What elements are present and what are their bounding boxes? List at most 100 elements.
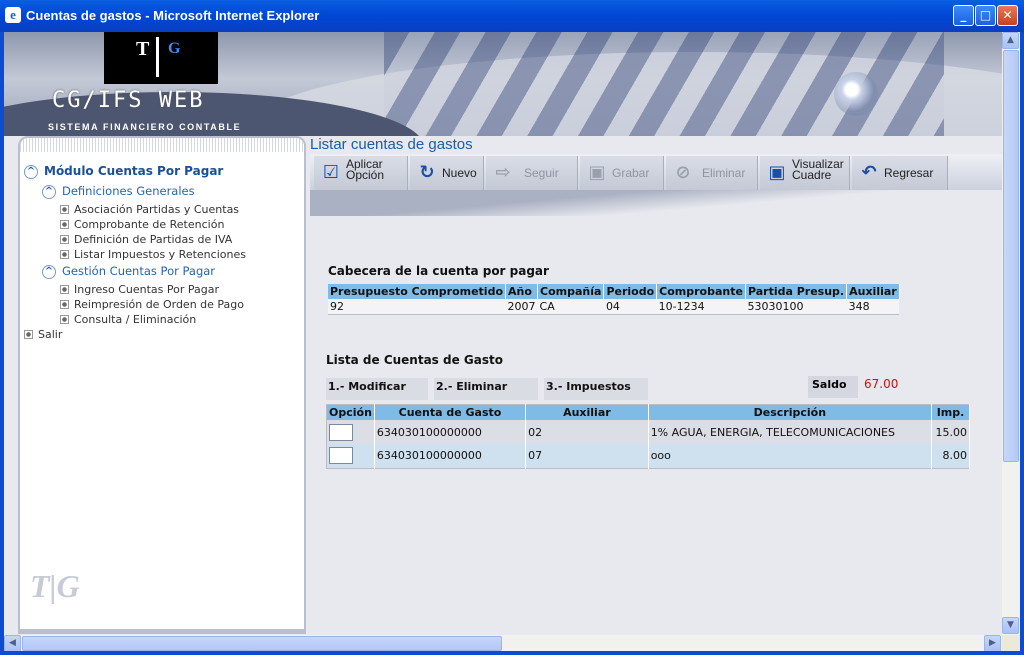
cell-descripcion: ooo (648, 444, 933, 468)
cell-cuenta: 634030100000000 (374, 420, 527, 444)
bullet-icon (60, 250, 69, 259)
cell-imp: 8.00 (931, 444, 970, 468)
scroll-right-icon[interactable]: ▶ (984, 635, 1001, 651)
scroll-up-icon[interactable]: ▲ (1002, 32, 1019, 49)
option-input[interactable] (329, 447, 353, 465)
cell-auxiliar: 348 (846, 299, 900, 315)
brand-subtitle: SISTEMA FINANCIERO CONTABLE (48, 122, 242, 132)
banner-orb-icon (834, 72, 878, 116)
table-row: 634030100000000 02 1% AGUA, ENERGIA, TEL… (326, 420, 970, 444)
sidebar-item-label: Comprobante de Retención (74, 218, 225, 231)
cell-auxiliar: 07 (525, 444, 649, 468)
sidebar-item-label: Consulta / Eliminación (74, 313, 197, 326)
cell-periodo: 04 (603, 299, 657, 315)
page-title: Listar cuentas de gastos (310, 136, 473, 153)
collapse-icon[interactable]: ^ (42, 265, 56, 279)
header-banner: T G CG/IFS WEB SISTEMA FINANCIERO CONTAB… (4, 32, 1002, 136)
table-row: 634030100000000 07 ooo 8.00 (326, 444, 970, 468)
cabecera-heading: Cabecera de la cuenta por pagar (328, 264, 549, 278)
collapse-icon[interactable]: ^ (24, 165, 38, 179)
col-imp: Imp. (931, 404, 970, 420)
eliminar-button[interactable]: ⊘ Eliminar (666, 156, 758, 190)
sidebar-module-label: Módulo Cuentas Por Pagar (44, 164, 224, 178)
sidebar-item-label: Reimpresión de Orden de Pago (74, 298, 244, 311)
scroll-left-icon[interactable]: ◀ (4, 635, 21, 651)
horizontal-scroll-thumb[interactable] (22, 636, 502, 651)
aplicar-opcion-label: Aplicar Opción (346, 158, 385, 182)
bullet-icon (60, 315, 69, 324)
window-title: Cuentas de gastos - Microsoft Internet E… (26, 8, 320, 23)
brand-title: CG/IFS WEB (52, 88, 205, 113)
scrollbar-corner (1002, 635, 1020, 651)
maximize-button[interactable]: □ (975, 5, 996, 26)
back-arrow-icon: ↶ (861, 162, 877, 183)
collapse-icon[interactable]: ^ (42, 185, 56, 199)
toolbar-wave-divider (310, 190, 1002, 216)
cell-presupuesto: 92 (328, 299, 506, 315)
col-anio: Año (505, 284, 539, 299)
sidebar-group-label: Gestión Cuentas Por Pagar (62, 264, 216, 278)
tg-logo: T G (104, 32, 218, 84)
grabar-button[interactable]: ▣ Grabar (580, 156, 664, 190)
eliminar-label: Eliminar (702, 166, 746, 180)
bullet-icon (60, 235, 69, 244)
horizontal-scrollbar[interactable]: ◀ ▶ (4, 635, 1002, 651)
sidebar-watermark-logo: T|G (30, 568, 80, 604)
saldo-value: 67.00 (864, 377, 899, 391)
window-titlebar: e Cuentas de gastos - Microsoft Internet… (0, 0, 1024, 32)
vertical-scrollbar[interactable]: ▲ ▼ (1002, 32, 1020, 635)
sidebar-group-label: Definiciones Generales (62, 184, 195, 198)
logo-bar (156, 37, 159, 77)
cell-partida: 53030100 (745, 299, 847, 315)
aplicar-label-line2: Opción (346, 168, 385, 182)
col-compania: Compañía (537, 284, 605, 299)
col-partida: Partida Presup. (745, 284, 848, 299)
sidebar-item-label: Asociación Partidas y Cuentas (74, 203, 240, 216)
option-input[interactable] (329, 423, 353, 441)
sidebar: ^ Módulo Cuentas Por Pagar ^ Definicione… (18, 136, 306, 631)
scroll-down-icon[interactable]: ▼ (1002, 617, 1019, 634)
table-row: 92 2007 CA 04 10-1234 53030100 348 (328, 299, 900, 315)
arrow-right-icon: ⇨ (495, 162, 511, 183)
col-periodo: Periodo (603, 284, 658, 299)
internet-explorer-icon: e (5, 7, 21, 23)
bullet-icon (60, 285, 69, 294)
visualizar-cuadre-button[interactable]: ▣ Visualizar Cuadre (760, 156, 850, 190)
bullet-icon (24, 330, 33, 339)
saldo-label: Saldo (808, 376, 858, 398)
view-icon: ▣ (768, 162, 786, 183)
sidebar-top-strip (20, 138, 304, 152)
logo-letter-g: G (168, 40, 181, 57)
nuevo-label: Nuevo (442, 166, 477, 180)
visualizar-label-line2: Cuadre (792, 168, 832, 182)
cell-compania: CA (537, 299, 604, 315)
option-impuestos: 3.- Impuestos (544, 378, 648, 400)
regresar-button[interactable]: ↶ Regresar (852, 156, 948, 190)
bullet-icon (60, 205, 69, 214)
vertical-scroll-thumb[interactable] (1003, 50, 1019, 462)
bullet-icon (60, 300, 69, 309)
minimize-button[interactable]: _ (953, 5, 974, 26)
close-button[interactable]: ✕ (997, 5, 1018, 26)
seguir-button[interactable]: ⇨ Seguir (486, 156, 578, 190)
sidebar-item-label: Definición de Partidas de IVA (74, 233, 233, 246)
cell-comprobante: 10-1234 (656, 299, 746, 315)
nuevo-button[interactable]: ↻ Nuevo (410, 156, 484, 190)
col-descripcion: Descripción (648, 404, 933, 420)
col-cuenta: Cuenta de Gasto (374, 404, 527, 420)
browser-client-area: T G CG/IFS WEB SISTEMA FINANCIERO CONTAB… (4, 32, 1020, 651)
cell-opcion (326, 420, 375, 444)
grabar-label: Grabar (612, 166, 650, 180)
col-auxiliar: Auxiliar (846, 284, 900, 299)
cabecera-table: Presupuesto Comprometido Año Compañía Pe… (328, 284, 900, 315)
checkbox-icon: ☑ (322, 162, 340, 183)
option-eliminar: 2.- Eliminar (434, 378, 538, 400)
regresar-label: Regresar (884, 166, 934, 180)
sidebar-bottom-border (18, 630, 306, 634)
logo-letter-t: T (136, 38, 150, 60)
no-entry-icon: ⊘ (675, 162, 691, 183)
cell-opcion (326, 444, 375, 468)
option-modificar: 1.- Modificar (326, 378, 428, 400)
cell-descripcion: 1% AGUA, ENERGIA, TELECOMUNICACIONES (648, 420, 933, 444)
aplicar-opcion-button[interactable]: ☑ Aplicar Opción (314, 156, 408, 190)
